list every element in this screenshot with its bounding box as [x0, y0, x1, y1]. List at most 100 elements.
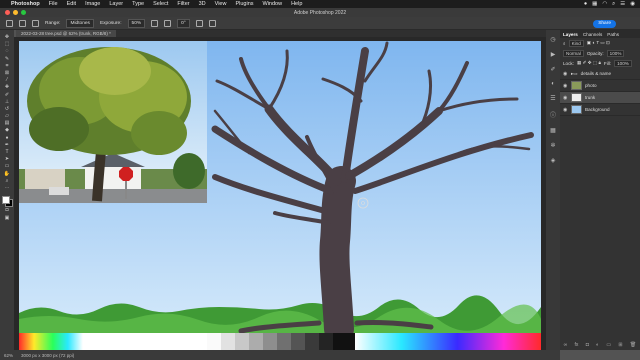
- fx-icon[interactable]: fx: [575, 342, 579, 348]
- blend-mode-select[interactable]: Normal: [563, 49, 584, 57]
- close-window-button[interactable]: [5, 10, 10, 15]
- siri-icon[interactable]: ◉: [630, 1, 635, 7]
- dodge-tool-icon[interactable]: ●: [3, 135, 11, 141]
- layer-name: details & name: [580, 71, 612, 76]
- eyedropper-tool-icon[interactable]: ⁄: [3, 78, 11, 83]
- share-button[interactable]: Share: [593, 19, 616, 28]
- history-brush-tool-icon[interactable]: ↺: [3, 106, 11, 112]
- trash-icon[interactable]: 🗑︎: [630, 342, 636, 348]
- eraser-tool-icon[interactable]: ▱: [3, 114, 11, 119]
- filter-icons[interactable]: ▣ ◐ T ▭ ⊡: [587, 40, 610, 46]
- tab-channels[interactable]: Channels: [583, 32, 602, 37]
- exposure-field[interactable]: 50%: [127, 18, 146, 28]
- mask-icon[interactable]: ◘: [586, 342, 589, 348]
- minimize-window-button[interactable]: [13, 10, 18, 15]
- frame-tool-icon[interactable]: ⊠: [3, 70, 11, 76]
- color-reference-strip: [19, 333, 541, 350]
- airbrush-icon[interactable]: [151, 19, 159, 27]
- eye-icon[interactable]: ◉: [563, 107, 568, 113]
- layers-panel-tabs: Layers Channels Paths: [560, 30, 640, 38]
- eye-icon[interactable]: ◉: [563, 71, 568, 77]
- healing-brush-tool-icon[interactable]: ✚: [3, 85, 11, 90]
- kind-filter-select[interactable]: Kind: [568, 39, 584, 47]
- menu-view[interactable]: View: [215, 1, 227, 7]
- filter-row: ⌕ Kind ▣ ◐ T ▭ ⊡: [560, 38, 640, 48]
- rectangle-tool-icon[interactable]: ▭: [3, 164, 11, 169]
- control-center-icon[interactable]: ☰: [620, 1, 625, 7]
- pressure-icon[interactable]: [208, 19, 216, 27]
- blur-tool-icon[interactable]: ◆: [3, 128, 11, 133]
- lasso-tool-icon[interactable]: ◌: [3, 49, 11, 54]
- marquee-tool-icon[interactable]: ⬚: [3, 42, 11, 47]
- brush-settings-icon[interactable]: [32, 19, 39, 27]
- adjustment-layer-icon[interactable]: ◐: [596, 342, 599, 348]
- grid-icon[interactable]: ▦: [592, 1, 597, 7]
- tab-layers[interactable]: Layers: [563, 32, 578, 37]
- window-controls: [5, 10, 26, 15]
- color-swatches[interactable]: [2, 196, 13, 208]
- brush-tool-icon[interactable]: ✐: [3, 92, 11, 98]
- search-icon[interactable]: ⌕: [612, 1, 615, 8]
- zoom-window-button[interactable]: [21, 10, 26, 15]
- type-tool-icon[interactable]: T: [3, 150, 11, 155]
- clone-stamp-tool-icon[interactable]: ⊥: [3, 99, 11, 105]
- layer-row[interactable]: ◉ photo: [560, 80, 640, 92]
- menu-file[interactable]: File: [49, 1, 58, 7]
- menu-edit[interactable]: Edit: [67, 1, 76, 7]
- quick-mask-icon[interactable]: ◘: [3, 208, 11, 213]
- brushes-panel-icon[interactable]: ✐: [550, 66, 555, 73]
- quick-select-tool-icon[interactable]: ✎: [3, 56, 11, 62]
- menu-type[interactable]: Type: [132, 1, 144, 7]
- eye-icon[interactable]: ◉: [563, 83, 568, 89]
- new-group-icon[interactable]: ▭: [606, 342, 611, 348]
- menu-image[interactable]: Image: [85, 1, 100, 7]
- wifi-icon[interactable]: ◠: [602, 1, 607, 7]
- document-canvas[interactable]: [19, 41, 541, 350]
- menu-photoshop[interactable]: Photoshop: [11, 1, 40, 7]
- menu-filter[interactable]: Filter: [177, 1, 189, 7]
- info-panel-icon[interactable]: ⓘ: [550, 110, 556, 119]
- styles-panel-icon[interactable]: ✲: [550, 142, 555, 149]
- hand-tool-icon[interactable]: ✋: [3, 171, 11, 177]
- menu-help[interactable]: Help: [291, 1, 302, 7]
- move-tool-icon[interactable]: ✥: [3, 35, 11, 40]
- menu-3d[interactable]: 3D: [199, 1, 206, 7]
- eye-icon[interactable]: ◉: [563, 95, 568, 101]
- zoom-tool-icon[interactable]: ⌕: [3, 178, 11, 184]
- lock-icons[interactable]: ▦ ✐ ✥ ⬚ 🔒︎: [577, 60, 601, 66]
- properties-panel-icon[interactable]: ☰: [550, 95, 555, 102]
- document-tab[interactable]: 2022-03-28 tree.psd @ 62% (trunk, RGB/8)…: [16, 30, 116, 37]
- pen-tool-icon[interactable]: ✒: [3, 142, 11, 148]
- adjustments-panel-icon[interactable]: ◐: [551, 81, 555, 87]
- layer-row[interactable]: ◉ ▸▭ details & name: [560, 68, 640, 80]
- zoom-level[interactable]: 62%: [4, 353, 13, 358]
- macos-menu-bar: Photoshop File Edit Image Layer Type Sel…: [0, 0, 640, 8]
- path-selection-tool-icon[interactable]: ➤: [3, 157, 11, 162]
- menu-select[interactable]: Select: [153, 1, 168, 7]
- gradient-tool-icon[interactable]: ▤: [3, 121, 11, 126]
- angle-field[interactable]: 0°: [177, 18, 190, 28]
- home-icon[interactable]: [6, 19, 13, 27]
- record-icon[interactable]: ●: [584, 1, 587, 7]
- libraries-panel-icon[interactable]: ◈: [551, 157, 556, 164]
- range-select[interactable]: Midtones: [66, 18, 94, 28]
- screen-mode-icon[interactable]: ▣: [3, 215, 11, 221]
- opacity-field[interactable]: 100%: [606, 49, 625, 57]
- layer-row[interactable]: ◉ Background: [560, 104, 640, 116]
- swatches-panel-icon[interactable]: ▦: [550, 127, 556, 134]
- layer-row-selected[interactable]: ◉ trunk: [560, 92, 640, 104]
- tab-paths[interactable]: Paths: [607, 32, 619, 37]
- menu-plugins[interactable]: Plugins: [235, 1, 253, 7]
- menu-window[interactable]: Window: [263, 1, 283, 7]
- new-layer-icon[interactable]: ⊞: [618, 342, 622, 348]
- fill-field[interactable]: 100%: [614, 59, 632, 67]
- protect-tones-checkbox[interactable]: [195, 19, 203, 27]
- actions-panel-icon[interactable]: ▶: [551, 51, 556, 58]
- more-tools-icon[interactable]: ⋯: [3, 185, 11, 191]
- link-layers-icon[interactable]: ∞: [564, 342, 568, 348]
- crop-tool-icon[interactable]: ⌗: [3, 63, 11, 69]
- menu-layer[interactable]: Layer: [109, 1, 123, 7]
- foreground-color[interactable]: [2, 196, 10, 205]
- dodge-tool-preset-icon[interactable]: [19, 19, 26, 27]
- history-panel-icon[interactable]: ◷: [550, 36, 555, 43]
